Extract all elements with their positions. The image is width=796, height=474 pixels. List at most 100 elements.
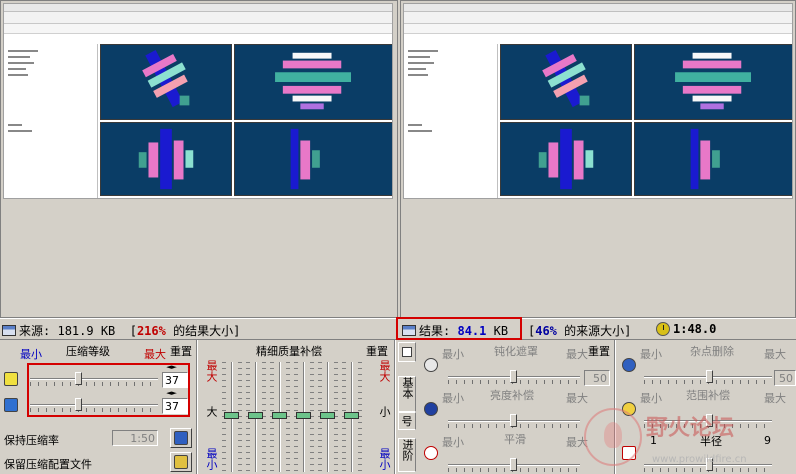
compression-title: 压缩等级 — [66, 345, 110, 358]
result-percent-text: 的来源大小] — [556, 324, 632, 338]
viewport-front — [100, 122, 232, 196]
preview-model-tree — [4, 44, 98, 198]
blur-min-label: 最小 — [442, 348, 464, 361]
brightness-icon[interactable] — [424, 402, 438, 416]
watermark-url: www.prowildfire.cn — [652, 454, 747, 465]
profile-button[interactable] — [170, 452, 192, 472]
tab-advanced-label: 进阶 — [401, 439, 414, 461]
noise-value[interactable]: 50 — [774, 370, 796, 386]
detail-slider-2[interactable] — [246, 362, 266, 472]
noise-title: 杂点删除 — [690, 345, 734, 358]
apply-ratio-button[interactable] — [170, 428, 192, 448]
tab-advanced[interactable]: 进阶 — [398, 438, 416, 472]
preview-menubar — [404, 12, 792, 24]
detail-left-max: 最大 — [205, 360, 218, 382]
watermark-text: 野火论坛 — [646, 416, 735, 441]
grid-icon[interactable] — [4, 398, 18, 412]
viewport-top — [634, 44, 792, 120]
result-preview-pane[interactable] — [400, 0, 796, 318]
brightness-slider[interactable] — [448, 414, 580, 428]
smooth-icon[interactable] — [424, 446, 438, 460]
tab-checkbox[interactable] — [398, 342, 416, 362]
detail-right-min: 最小 — [378, 448, 391, 470]
source-percent: 216% — [136, 324, 166, 338]
compression-slider-1[interactable] — [30, 372, 158, 386]
detail-slider-5[interactable] — [318, 362, 338, 472]
spin-up-icon-2[interactable]: ◄► — [166, 390, 177, 398]
time-value: 1:48.0 — [673, 322, 717, 336]
viewport-iso — [100, 44, 232, 120]
viewport-iso — [500, 44, 632, 120]
compression-value-2[interactable]: 37 — [162, 398, 188, 414]
spin-up-icon-1[interactable]: ◄► — [166, 364, 177, 372]
brightness-title: 亮度补偿 — [490, 389, 534, 402]
detail-left-min: 最小 — [205, 448, 218, 470]
result-percent-info: [46% 的来源大小] — [528, 322, 631, 339]
radius-max-label: 9 — [764, 434, 771, 447]
filters-reset-button[interactable]: 重置 — [588, 343, 610, 359]
compression-slider-2[interactable] — [30, 398, 158, 412]
range-title: 范围补偿 — [686, 389, 730, 402]
preview-titlebar — [4, 4, 392, 12]
detail-slider-4[interactable] — [294, 362, 314, 472]
viewport-right — [634, 122, 792, 196]
compression-min-label: 最小 — [20, 348, 42, 361]
source-image-icon — [2, 325, 16, 336]
blur-title: 钝化遮罩 — [494, 345, 538, 358]
tab-extra[interactable]: 号 — [398, 412, 416, 430]
detail-slider-3[interactable] — [270, 362, 290, 472]
preview-model-tree — [404, 44, 498, 198]
result-image-icon — [402, 325, 416, 336]
detail-slider-1[interactable] — [222, 362, 242, 472]
preview-menubar — [4, 12, 392, 24]
ratio-field[interactable]: 1:50 — [112, 430, 158, 446]
result-size-info: 结果: 84.1 KB — [402, 322, 508, 339]
viewport-front — [500, 122, 632, 196]
clock-icon — [656, 322, 670, 336]
slider-thumb[interactable] — [75, 372, 82, 385]
source-size-info: 来源: 181.9 KB [216% 的结果大小] — [2, 322, 240, 339]
sparkle-icon[interactable] — [4, 372, 18, 386]
noise-min-label: 最小 — [640, 348, 662, 361]
noise-icon[interactable] — [622, 358, 636, 372]
detail-title: 精细质量补偿 — [256, 345, 322, 358]
blur-max-label: 最大 — [566, 348, 588, 361]
tab-checkbox-box[interactable] — [402, 347, 412, 357]
source-preview-pane[interactable] — [0, 0, 398, 318]
viewport-top — [234, 44, 392, 120]
keep-profile-label: 保留压缩配置文件 — [4, 458, 92, 471]
source-percent-text: 的结果大小] — [165, 324, 241, 338]
detail-slider-6[interactable] — [342, 362, 362, 472]
source-bracket: [ — [129, 324, 137, 338]
detail-right-max: 最大 — [378, 360, 391, 382]
slider-thumb[interactable] — [75, 398, 82, 411]
noise-slider[interactable] — [644, 370, 772, 384]
detail-left-big: 大 — [205, 406, 218, 417]
tab-basic[interactable]: 基本 — [398, 376, 416, 412]
detail-right-small: 小 — [378, 406, 391, 417]
result-size: 84.1 — [457, 324, 487, 338]
range-max-label: 最大 — [764, 392, 786, 405]
smooth-title: 平滑 — [504, 433, 526, 446]
range-min-label: 最小 — [640, 392, 662, 405]
blur-icon[interactable] — [424, 358, 438, 372]
keep-ratio-label: 保持压缩率 — [4, 434, 59, 447]
elapsed-time: 1:48.0 — [656, 322, 716, 336]
detail-reset-button[interactable]: 重置 — [366, 343, 388, 359]
blur-slider[interactable] — [448, 370, 580, 384]
status-bar: 来源: 181.9 KB [216% 的结果大小] 结果: 84.1 KB [4… — [0, 317, 796, 340]
preview-toolbar — [4, 24, 392, 34]
preview-titlebar — [404, 4, 792, 12]
divider — [394, 340, 396, 474]
blur-value[interactable]: 50 — [584, 370, 610, 386]
save-icon — [174, 431, 188, 445]
smooth-min-label: 最小 — [442, 436, 464, 449]
compression-value-1[interactable]: 37 — [162, 372, 188, 388]
source-preview-image — [3, 3, 393, 199]
tab-extra-label: 号 — [401, 415, 413, 428]
tab-basic-label: 基本 — [401, 377, 414, 399]
result-label: 结果: — [419, 324, 451, 338]
compression-max-label: 最大 — [144, 348, 166, 361]
compression-reset-button[interactable]: 重置 — [170, 343, 192, 359]
smooth-slider[interactable] — [448, 458, 580, 472]
